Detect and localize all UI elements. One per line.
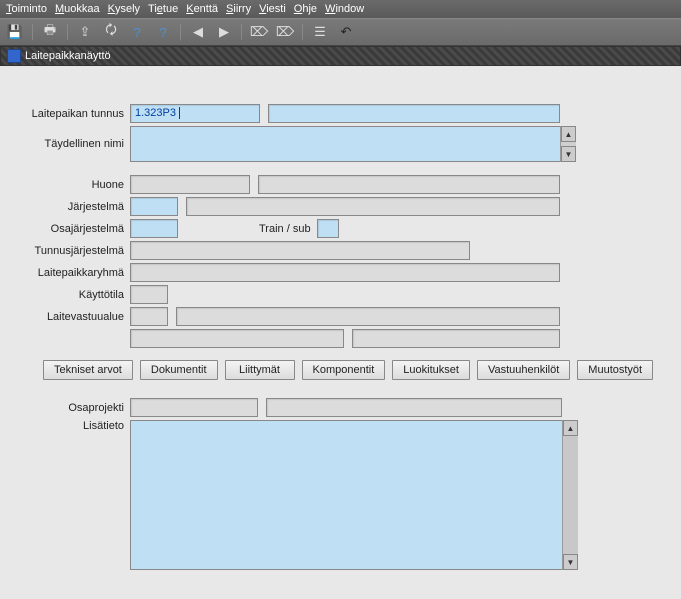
- input-osaprojekti-2[interactable]: [266, 398, 562, 417]
- input-huone-1[interactable]: [130, 175, 250, 194]
- input-osajarjestelma[interactable]: [130, 219, 178, 238]
- menu-ohje[interactable]: Ohje: [294, 3, 317, 15]
- btn-tekniset-arvot[interactable]: Tekniset arvot: [43, 360, 133, 380]
- window-icon: [7, 49, 21, 63]
- scroll-down-icon[interactable]: ▼: [561, 146, 576, 162]
- next-icon[interactable]: ▶: [215, 23, 233, 41]
- scroll-up-icon[interactable]: ▲: [561, 126, 576, 142]
- input-train-sub[interactable]: [317, 219, 339, 238]
- help2-icon[interactable]: ?: [154, 23, 172, 41]
- label-osajarjestelma: Osajärjestelmä: [15, 223, 130, 235]
- input-laitepaikan-tunnus[interactable]: 1.323P3: [130, 104, 260, 123]
- btn-liittymat[interactable]: Liittymät: [225, 360, 295, 380]
- help1-icon[interactable]: ?: [128, 23, 146, 41]
- label-huone: Huone: [15, 179, 130, 191]
- window-title-bar: Laitepaikkanäyttö: [0, 46, 681, 66]
- form-content: Laitepaikan tunnus 1.323P3 Täydellinen n…: [0, 66, 681, 583]
- label-jarjestelma: Järjestelmä: [15, 201, 130, 213]
- menu-kentta[interactable]: Kenttä: [186, 3, 218, 15]
- label-lisatieto: Lisätieto: [15, 420, 130, 432]
- menu-siirry[interactable]: Siirry: [226, 3, 251, 15]
- menu-toiminto[interactable]: Toiminto: [6, 3, 47, 15]
- scrollbar-taydellinen-nimi[interactable]: ▲ ▼: [560, 126, 576, 162]
- label-laitepaikkaryhma: Laitepaikkaryhmä: [15, 267, 130, 279]
- label-train-sub: Train / sub: [253, 223, 317, 235]
- refresh-icon[interactable]: 🗘: [102, 23, 120, 41]
- input-laitepaikkaryhma[interactable]: [130, 263, 560, 282]
- btn-vastuuhenkilot[interactable]: Vastuuhenkilöt: [477, 360, 570, 380]
- scrollbar-lisatieto[interactable]: ▲ ▼: [562, 420, 578, 570]
- undo-icon[interactable]: ↶: [337, 23, 355, 41]
- input-jarjestelma-2[interactable]: [186, 197, 560, 216]
- window-title: Laitepaikkanäyttö: [25, 50, 111, 62]
- button-row: Tekniset arvot Dokumentit Liittymät Komp…: [43, 360, 666, 380]
- export-icon[interactable]: ⇪: [76, 23, 94, 41]
- label-laitevastuualue: Laitevastuualue: [15, 311, 130, 323]
- list-icon[interactable]: ☰: [311, 23, 329, 41]
- input-laitevastuualue-1[interactable]: [130, 307, 168, 326]
- input-jarjestelma-1[interactable]: [130, 197, 178, 216]
- tool1-icon[interactable]: ⌦: [250, 23, 268, 41]
- input-huone-2[interactable]: [258, 175, 560, 194]
- btn-komponentit[interactable]: Komponentit: [302, 360, 386, 380]
- menu-viesti[interactable]: Viesti: [259, 3, 286, 15]
- menu-tietue[interactable]: Tietue: [148, 3, 178, 15]
- label-laitepaikan-tunnus: Laitepaikan tunnus: [15, 108, 130, 120]
- label-taydellinen-nimi: Täydellinen nimi: [15, 138, 130, 150]
- input-kayttotila[interactable]: [130, 285, 168, 304]
- menu-window[interactable]: Window: [325, 3, 364, 15]
- btn-dokumentit[interactable]: Dokumentit: [140, 360, 218, 380]
- input-extra-2[interactable]: [352, 329, 560, 348]
- toolbar: 💾 🖶 ⇪ 🗘 ? ? ◀ ▶ ⌦ ⌦ ☰ ↶: [0, 18, 681, 46]
- menu-kysely[interactable]: Kysely: [108, 3, 140, 15]
- prev-icon[interactable]: ◀: [189, 23, 207, 41]
- scroll-down-icon-2[interactable]: ▼: [563, 554, 578, 570]
- tool2-icon[interactable]: ⌦: [276, 23, 294, 41]
- scroll-up-icon-2[interactable]: ▲: [563, 420, 578, 436]
- input-tunnusjarjestelma[interactable]: [130, 241, 470, 260]
- menu-bar: Toiminto Muokkaa Kysely Tietue Kenttä Si…: [0, 0, 681, 18]
- btn-muutostyot[interactable]: Muutostyöt: [577, 360, 653, 380]
- btn-luokitukset[interactable]: Luokitukset: [392, 360, 470, 380]
- print-icon[interactable]: 🖶: [41, 23, 59, 41]
- textarea-lisatieto[interactable]: [130, 420, 578, 570]
- textarea-taydellinen-nimi[interactable]: [130, 126, 576, 162]
- label-osaprojekti: Osaprojekti: [15, 402, 130, 414]
- label-kayttotila: Käyttötila: [15, 289, 130, 301]
- input-extra-1[interactable]: [130, 329, 344, 348]
- label-tunnusjarjestelma: Tunnusjärjestelmä: [15, 245, 130, 257]
- input-osaprojekti-1[interactable]: [130, 398, 258, 417]
- save-icon[interactable]: 💾: [6, 23, 24, 41]
- input-laitepaikan-tunnus-2[interactable]: [268, 104, 560, 123]
- menu-muokkaa[interactable]: Muokkaa: [55, 3, 100, 15]
- input-laitevastuualue-2[interactable]: [176, 307, 560, 326]
